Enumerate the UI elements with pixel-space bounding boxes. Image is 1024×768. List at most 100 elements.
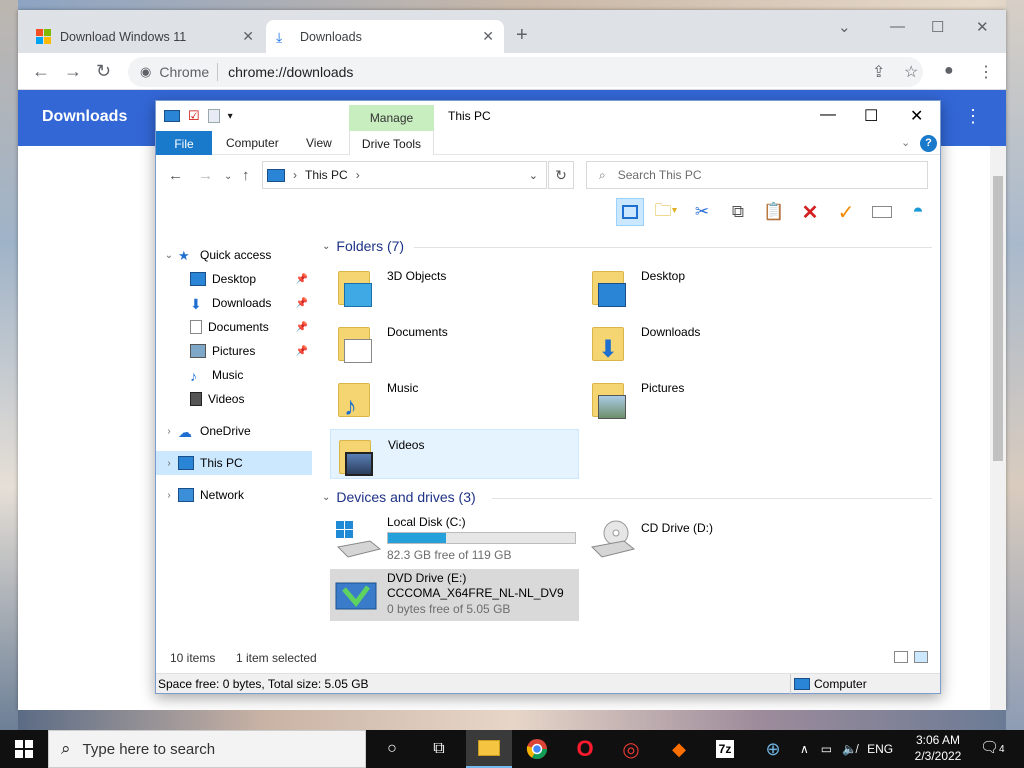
pin-icon[interactable]: 📌 — [296, 322, 308, 333]
devices-group-header[interactable]: ⌄ Devices and drives (3) — [322, 489, 476, 505]
back-icon[interactable]: ← — [32, 61, 50, 82]
drive-tools-tab[interactable]: Drive Tools — [349, 131, 434, 155]
drive-e[interactable]: DVD Drive (E:) CCCOMA_X64FRE_NL-NL_DV9 0 … — [330, 569, 579, 621]
drive-d[interactable]: CD Drive (D:) — [584, 513, 833, 565]
opera-icon[interactable]: O — [562, 730, 608, 768]
nav-downloads[interactable]: ⬇ Downloads 📌 — [156, 291, 312, 315]
expand-chevron-icon[interactable]: › — [160, 458, 178, 469]
back-arrow-icon[interactable]: ← — [168, 167, 183, 184]
customize-qat-icon[interactable]: ▾ — [228, 111, 233, 122]
folders-group-header[interactable]: ⌄ Folders (7) — [322, 238, 404, 254]
address-field[interactable]: › This PC › ⌄ — [262, 161, 547, 189]
folder-pictures[interactable]: Pictures — [584, 373, 833, 423]
explorer-close-icon[interactable]: ✕ — [910, 106, 923, 126]
tab-search-icon[interactable]: ⌄ — [838, 18, 851, 36]
preview-pane-icon[interactable] — [616, 198, 644, 226]
copy-icon[interactable]: ⧉ — [724, 198, 752, 226]
pin-icon[interactable]: 📌 — [296, 274, 308, 285]
explorer-maximize-icon[interactable]: ☐ — [864, 106, 878, 126]
collapse-group-icon[interactable]: ⌄ — [322, 492, 330, 503]
ccleaner-icon[interactable]: ◆ — [656, 730, 702, 768]
nav-videos[interactable]: Videos — [156, 387, 312, 411]
breadcrumb-chevron-icon[interactable]: › — [356, 168, 360, 182]
collapse-chevron-icon[interactable]: ⌄ — [160, 250, 178, 261]
explorer-minimize-icon[interactable]: — — [820, 106, 836, 124]
forward-icon[interactable]: → — [64, 61, 82, 82]
action-center-icon[interactable]: 🗨4 — [980, 738, 1005, 756]
nav-documents[interactable]: Documents 📌 — [156, 315, 312, 339]
start-button[interactable] — [0, 730, 48, 768]
reload-icon[interactable]: ↻ — [96, 61, 111, 82]
details-view-icon[interactable] — [894, 651, 908, 663]
tab-download-windows[interactable]: Download Windows 11 ✕ — [26, 20, 264, 53]
search-field[interactable]: ⌕ Search This PC — [586, 161, 928, 189]
page-scrollbar[interactable] — [990, 146, 1006, 710]
expand-chevron-icon[interactable]: › — [160, 490, 178, 501]
computer-tab[interactable]: Computer — [226, 136, 279, 150]
cut-icon[interactable]: ✂ — [688, 198, 716, 226]
nav-network[interactable]: › Network — [156, 483, 312, 507]
nav-quick-access[interactable]: ⌄ ★ Quick access — [156, 243, 312, 267]
chrome-taskbar-icon[interactable] — [514, 730, 560, 768]
tab-close-icon[interactable]: ✕ — [242, 28, 254, 45]
downloads-menu-icon[interactable]: ⋮ — [964, 106, 982, 127]
large-icons-view-icon[interactable] — [914, 651, 928, 663]
up-arrow-icon[interactable]: ↑ — [242, 167, 250, 184]
address-dropdown-icon[interactable]: ⌄ — [529, 169, 538, 182]
tab-close-icon[interactable]: ✕ — [482, 28, 494, 45]
clock[interactable]: 3:06 AM 2/3/2022 — [904, 732, 972, 764]
maximize-icon[interactable]: ☐ — [931, 18, 944, 36]
collapse-group-icon[interactable]: ⌄ — [322, 241, 330, 252]
bookmark-star-icon[interactable]: ☆ — [904, 62, 918, 82]
help-icon[interactable]: ? — [920, 135, 937, 152]
folder-videos[interactable]: Videos — [330, 429, 579, 479]
tab-downloads[interactable]: ⤓ Downloads ✕ — [266, 20, 504, 53]
close-window-icon[interactable]: ✕ — [976, 18, 989, 36]
language-indicator[interactable]: ENG — [867, 742, 893, 756]
recovery-tool-icon[interactable]: ◎ — [608, 730, 654, 768]
folder-music[interactable]: ♪ Music — [330, 373, 579, 423]
new-folder-icon[interactable] — [207, 109, 220, 123]
recent-locations-icon[interactable]: ⌄ — [224, 171, 232, 182]
chrome-menu-icon[interactable]: ⋮ — [978, 62, 994, 82]
folder-downloads[interactable]: ⬇ Downloads — [584, 317, 833, 367]
network-globe-icon[interactable]: ⊕ — [750, 730, 796, 768]
nav-music[interactable]: ♪ Music — [156, 363, 312, 387]
manage-contextual-tab[interactable]: Manage — [349, 105, 434, 131]
expand-ribbon-icon[interactable]: ⌄ — [901, 136, 910, 149]
taskbar-search[interactable]: ⌕ Type here to search — [48, 730, 366, 768]
drive-c[interactable]: Local Disk (C:) 82.3 GB free of 119 GB — [330, 513, 579, 565]
file-explorer-taskbar-icon[interactable] — [466, 730, 512, 768]
new-folder-dropdown-icon[interactable]: 🗀▾ — [652, 198, 680, 226]
forward-arrow-icon[interactable]: → — [198, 167, 213, 184]
omnibox[interactable]: ◉ Chrome chrome://downloads — [128, 57, 923, 87]
nav-pictures[interactable]: Pictures 📌 — [156, 339, 312, 363]
breadcrumb-this-pc[interactable]: This PC — [305, 168, 348, 182]
nav-onedrive[interactable]: › ☁ OneDrive — [156, 419, 312, 443]
scrollbar-thumb[interactable] — [993, 176, 1003, 461]
new-tab-icon[interactable]: + — [516, 24, 528, 47]
refresh-button[interactable]: ↻ — [548, 161, 574, 189]
nav-this-pc[interactable]: › This PC — [156, 451, 312, 475]
show-hidden-icons-icon[interactable]: ∧ — [800, 742, 809, 756]
7zip-icon[interactable]: 7z — [702, 730, 748, 768]
expand-chevron-icon[interactable]: › — [160, 426, 178, 437]
paste-icon[interactable]: 📋 — [760, 198, 788, 226]
pin-icon[interactable]: 📌 — [296, 346, 308, 357]
breadcrumb-separator-icon[interactable]: › — [293, 168, 297, 182]
folder-3d-objects[interactable]: 3D Objects — [330, 261, 579, 311]
folder-desktop[interactable]: Desktop — [584, 261, 833, 311]
share-icon[interactable]: ⇪ — [872, 62, 885, 82]
rename-icon[interactable] — [868, 198, 896, 226]
pin-icon[interactable]: 📌 — [296, 298, 308, 309]
delete-icon[interactable]: ✕ — [796, 198, 824, 226]
folder-documents[interactable]: Documents — [330, 317, 579, 367]
volume-muted-icon[interactable]: 🔈̸ — [842, 742, 857, 756]
minimize-icon[interactable]: — — [890, 18, 905, 35]
properties-icon[interactable]: ☑ — [188, 108, 200, 124]
profile-avatar-icon[interactable]: ● — [944, 62, 954, 80]
view-tab[interactable]: View — [306, 136, 332, 150]
task-view-icon[interactable]: ⧉ — [416, 730, 462, 768]
cortana-icon[interactable]: ○ — [369, 730, 415, 768]
network-status-icon[interactable]: ▭ — [821, 742, 832, 756]
